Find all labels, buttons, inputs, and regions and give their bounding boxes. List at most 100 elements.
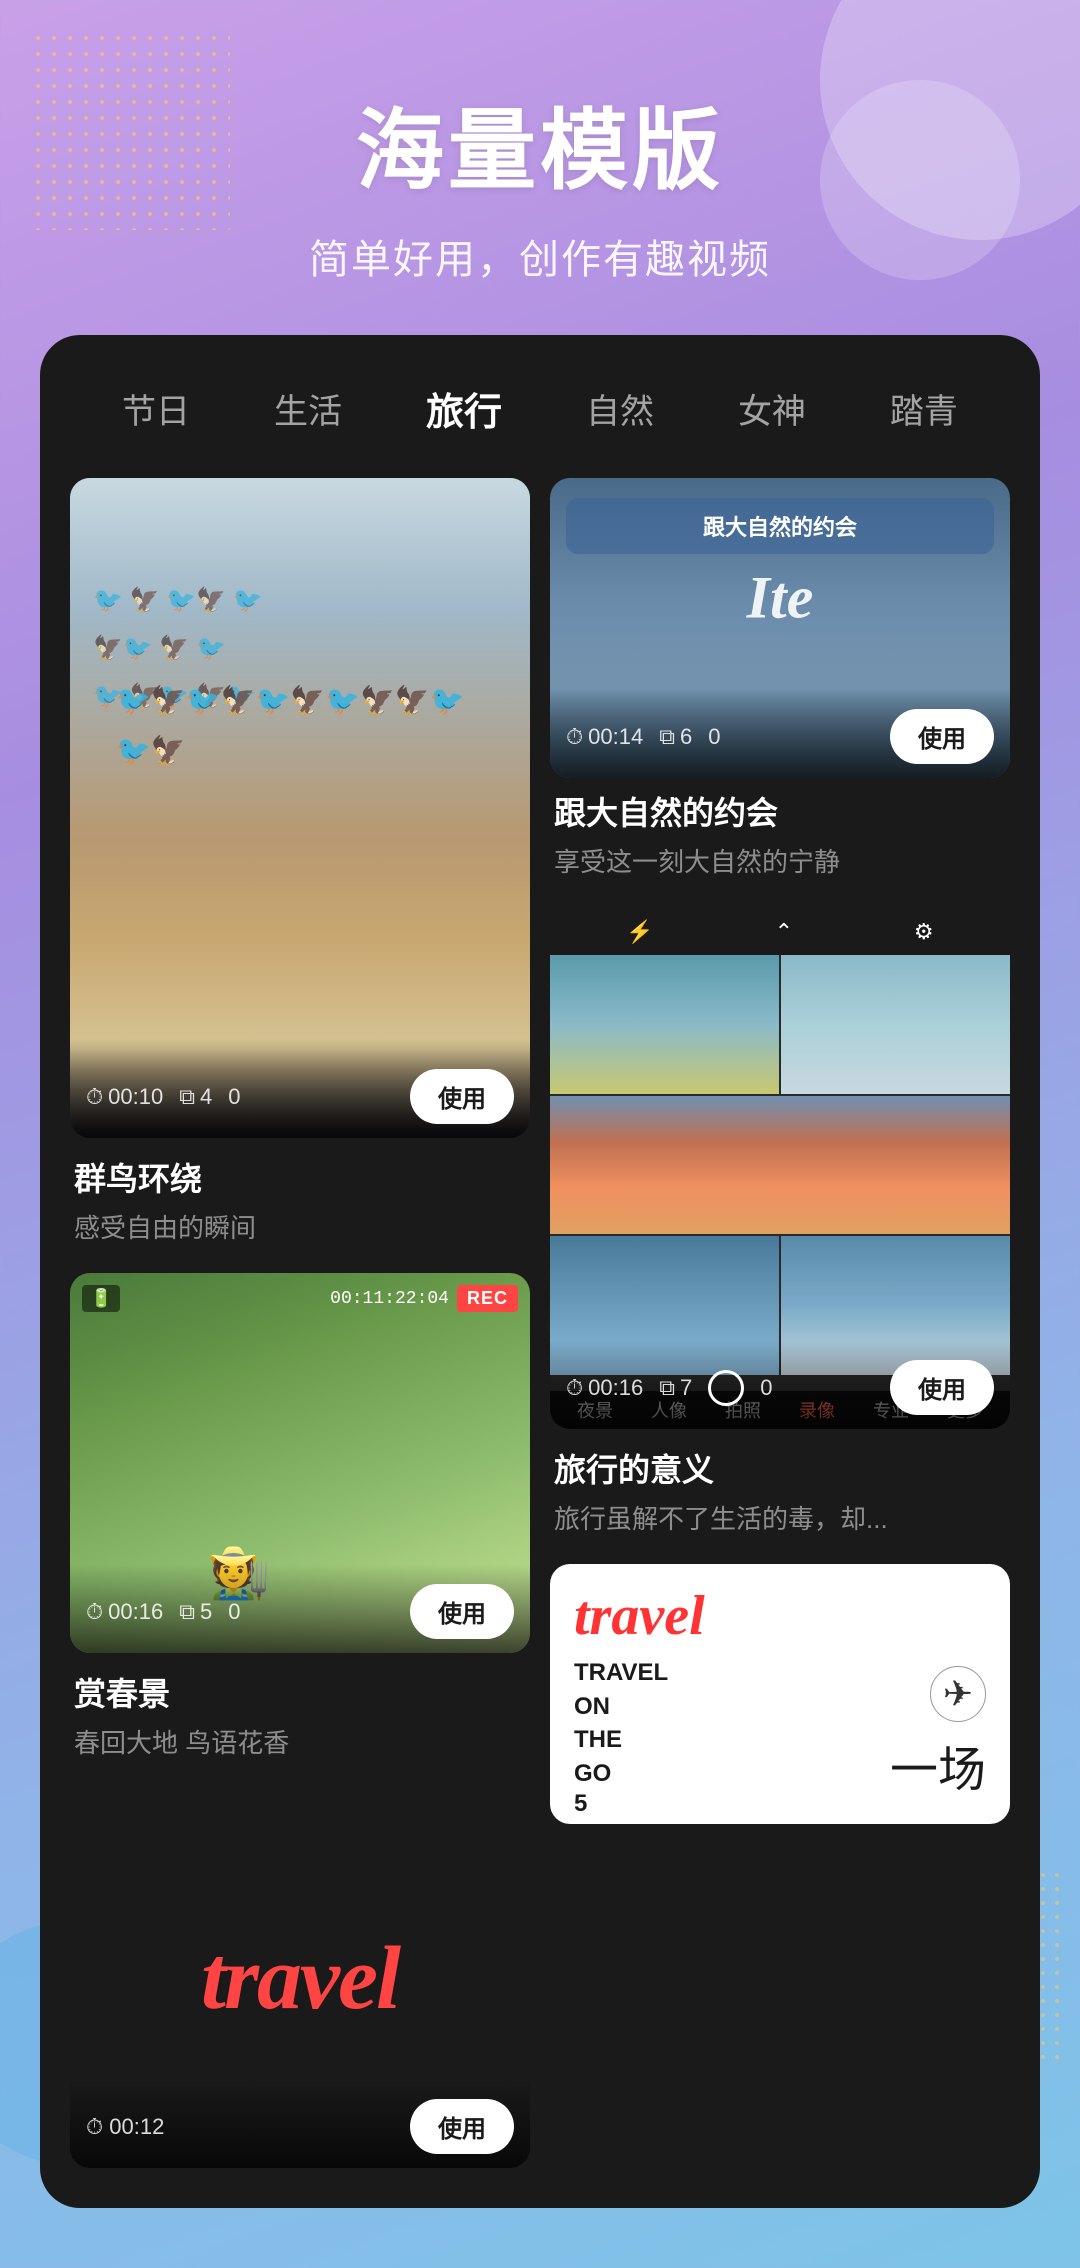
birds-title: 群鸟环绕 (74, 1154, 526, 1200)
spring-desc: 春回大地 鸟语花香 (74, 1723, 526, 1760)
travel-bottom-duration: ⏱ 00:12 (86, 2114, 164, 2140)
travel-meaning-video-card: ⚡ ⌃ ⚙ 夜景 人像 (550, 909, 1010, 1429)
travel-text-card-left: travel ⏱ 00:12 使用 (70, 1788, 530, 2168)
travel-word: travel (201, 1927, 399, 2030)
rec-badge: REC (457, 1285, 518, 1312)
multi-icons-bar: ⚡ ⌃ ⚙ (550, 909, 1010, 955)
nature-desc: 享受这一刻大自然的宁静 (554, 842, 1006, 879)
spring-likes: 0 (228, 1599, 240, 1625)
layers-icon-tm: ⧉ (659, 1375, 675, 1401)
birds-clips: ⧉ 4 (179, 1084, 212, 1110)
category-tabs: 节日 生活 旅行 自然 女神 踏青 (70, 375, 1010, 442)
birds-meta: ⏱ 00:10 ⧉ 4 0 (86, 1084, 240, 1110)
spring-use-button[interactable]: 使用 (410, 1584, 514, 1639)
travel-go-card: travel TRAVEL ON THE GO 5 ✈ 一场 (550, 1564, 1010, 1824)
spring-card: 🔋 00:11:22:04 REC 🧑‍🌾 (70, 1273, 530, 1768)
travel-plane-icon: ✈ (930, 1666, 986, 1722)
travel-meaning-title: 旅行的意义 (554, 1445, 1006, 1491)
gear-icon: ⚙ (914, 919, 934, 945)
spring-title: 赏春景 (74, 1669, 526, 1715)
birds-duration: ⏱ 00:10 (86, 1084, 163, 1110)
timecode-display: 00:11:22:04 (330, 1289, 449, 1309)
spring-card-overlay: ⏱ 00:16 ⧉ 5 0 使用 (70, 1564, 530, 1653)
photo-beach-2 (781, 955, 1010, 1094)
birds-likes: 0 (228, 1084, 240, 1110)
content-grid: 🐦 🦅 🐦🦅 🐦 🦅🐦 🦅 🐦🐦 🦅🐦 🦅🐦 ⏱ 00:10 ⧉ 4 (70, 478, 1010, 2168)
photo-beach-1 (550, 955, 779, 1094)
circle-icon (708, 1370, 744, 1406)
right-column: 跟大自然的约会 Ite ⏱ 00:14 ⧉ (550, 478, 1010, 2168)
travel-go-video-card: travel TRAVEL ON THE GO 5 ✈ 一场 (550, 1564, 1010, 1824)
photo-sunset (550, 1096, 1010, 1235)
birds-video-card: 🐦 🦅 🐦🦅 🐦 🦅🐦 🦅 🐦🐦 🦅🐦 🦅🐦 ⏱ 00:10 ⧉ 4 (70, 478, 530, 1138)
caret-icon: ⌃ (775, 919, 793, 945)
travel-bottom-meta: ⏱ 00:12 (86, 2114, 164, 2140)
travel-meaning-info: 旅行的意义 旅行虽解不了生活的毒，却... (550, 1429, 1010, 1544)
travel-bottom-overlay: ⏱ 00:12 使用 (70, 2079, 530, 2168)
flash-icon: ⚡ (626, 919, 653, 945)
nature-sticker: 跟大自然的约会 (566, 498, 994, 554)
bottom-spacing (0, 2208, 1080, 2268)
layers-icon-spring: ⧉ (179, 1599, 195, 1625)
travel-go-content: travel TRAVEL ON THE GO 5 ✈ 一场 (550, 1564, 1010, 1824)
travel-bottom-left-card: travel ⏱ 00:12 使用 (70, 1788, 530, 2168)
page-subtitle: 简单好用，创作有趣视频 (60, 227, 1020, 285)
spring-info: 赏春景 春回大地 鸟语花香 (70, 1653, 530, 1768)
nature-sticker-text: 跟大自然的约会 (578, 510, 982, 542)
travel-meaning-use-button[interactable]: 使用 (890, 1360, 994, 1415)
header: 海量模版 简单好用，创作有趣视频 (0, 0, 1080, 335)
travel-meaning-duration: ⏱ 00:16 (566, 1375, 643, 1401)
clock-icon: ⏱ (86, 1084, 103, 1110)
tab-hiking[interactable]: 踏青 (880, 378, 968, 439)
travel-bottom-use-button[interactable]: 使用 (410, 2099, 514, 2154)
travel-meaning-likes: 0 (760, 1375, 772, 1401)
left-column: 🐦 🦅 🐦🦅 🐦 🦅🐦 🦅 🐦🐦 🦅🐦 🦅🐦 ⏱ 00:10 ⧉ 4 (70, 478, 530, 2168)
ite-text: Ite (747, 564, 814, 633)
travel-italic-text: travel (574, 1588, 986, 1644)
nature-duration: ⏱ 00:14 (566, 724, 643, 750)
travel-meaning-clips: ⧉ 7 (659, 1375, 692, 1401)
birds-desc: 感受自由的瞬间 (74, 1208, 526, 1245)
spring-clips: ⧉ 5 (179, 1599, 212, 1625)
birds-use-button[interactable]: 使用 (410, 1069, 514, 1124)
nature-title: 跟大自然的约会 (554, 788, 1006, 834)
nature-likes: 0 (708, 724, 720, 750)
travel-meaning-overlay: ⏱ 00:16 ⧉ 7 0 (550, 1340, 1010, 1429)
birds-overlay: ⏱ 00:10 ⧉ 4 0 使用 (70, 1049, 530, 1138)
spring-duration: ⏱ 00:16 (86, 1599, 163, 1625)
travel-meaning-card: ⚡ ⌃ ⚙ 夜景 人像 (550, 909, 1010, 1544)
travel-cn-char: 一场 (890, 1730, 986, 1800)
tab-holiday[interactable]: 节日 (112, 378, 200, 439)
nature-video-card: 跟大自然的约会 Ite ⏱ 00:14 ⧉ (550, 478, 1010, 778)
spring-meta: ⏱ 00:16 ⧉ 5 0 (86, 1599, 240, 1625)
birds-thumbnail: 🐦 🦅 🐦🦅 🐦 🦅🐦 🦅 🐦🐦 🦅🐦 🦅🐦 (70, 478, 530, 1138)
spring-rec-area: 00:11:22:04 REC (330, 1285, 518, 1312)
travel-en-line1: TRAVEL (574, 1656, 986, 1690)
nature-use-button[interactable]: 使用 (890, 709, 994, 764)
birds-card: 🐦 🦅 🐦🦅 🐦 🦅🐦 🦅 🐦🐦 🦅🐦 🦅🐦 ⏱ 00:10 ⧉ 4 (70, 478, 530, 1253)
travel-en-line2: ON (574, 1690, 986, 1724)
tab-nature[interactable]: 自然 (576, 378, 664, 439)
battery-icon: 🔋 (82, 1285, 120, 1312)
clock-icon-spring: ⏱ (86, 1599, 103, 1625)
travel-meaning-meta: ⏱ 00:16 ⧉ 7 0 (566, 1370, 772, 1406)
tab-goddess[interactable]: 女神 (728, 378, 816, 439)
birds-silhouettes: 🐦 🦅 🐦🦅 🐦 🦅🐦 🦅 🐦🐦 🦅🐦 🦅🐦 (93, 577, 262, 721)
travel-meaning-desc: 旅行虽解不了生活的毒，却... (554, 1499, 1006, 1536)
main-card: 节日 生活 旅行 自然 女神 踏青 🐦 🦅 🐦🦅 🐦 🦅🐦 🦅 🐦🐦 🦅🐦 🦅🐦 (40, 335, 1040, 2208)
layers-icon-nature: ⧉ (659, 724, 675, 750)
page-title: 海量模版 (60, 80, 1020, 207)
nature-info: 跟大自然的约会 享受这一刻大自然的宁静 (550, 778, 1010, 889)
layers-icon: ⧉ (179, 1084, 195, 1110)
nature-meta: ⏱ 00:14 ⧉ 6 0 (566, 724, 720, 750)
spring-top-bar: 🔋 00:11:22:04 REC (82, 1285, 518, 1312)
photo-grid (550, 955, 1010, 1375)
nature-card: 跟大自然的约会 Ite ⏱ 00:14 ⧉ (550, 478, 1010, 889)
clock-icon-nature: ⏱ (566, 724, 583, 750)
spring-video-card: 🔋 00:11:22:04 REC 🧑‍🌾 (70, 1273, 530, 1653)
birds-info: 群鸟环绕 感受自由的瞬间 (70, 1138, 530, 1253)
clock-icon-tm: ⏱ (566, 1375, 583, 1401)
nature-overlay: ⏱ 00:14 ⧉ 6 0 使用 (550, 689, 1010, 778)
tab-life[interactable]: 生活 (264, 378, 352, 439)
tab-travel[interactable]: 旅行 (416, 375, 512, 442)
